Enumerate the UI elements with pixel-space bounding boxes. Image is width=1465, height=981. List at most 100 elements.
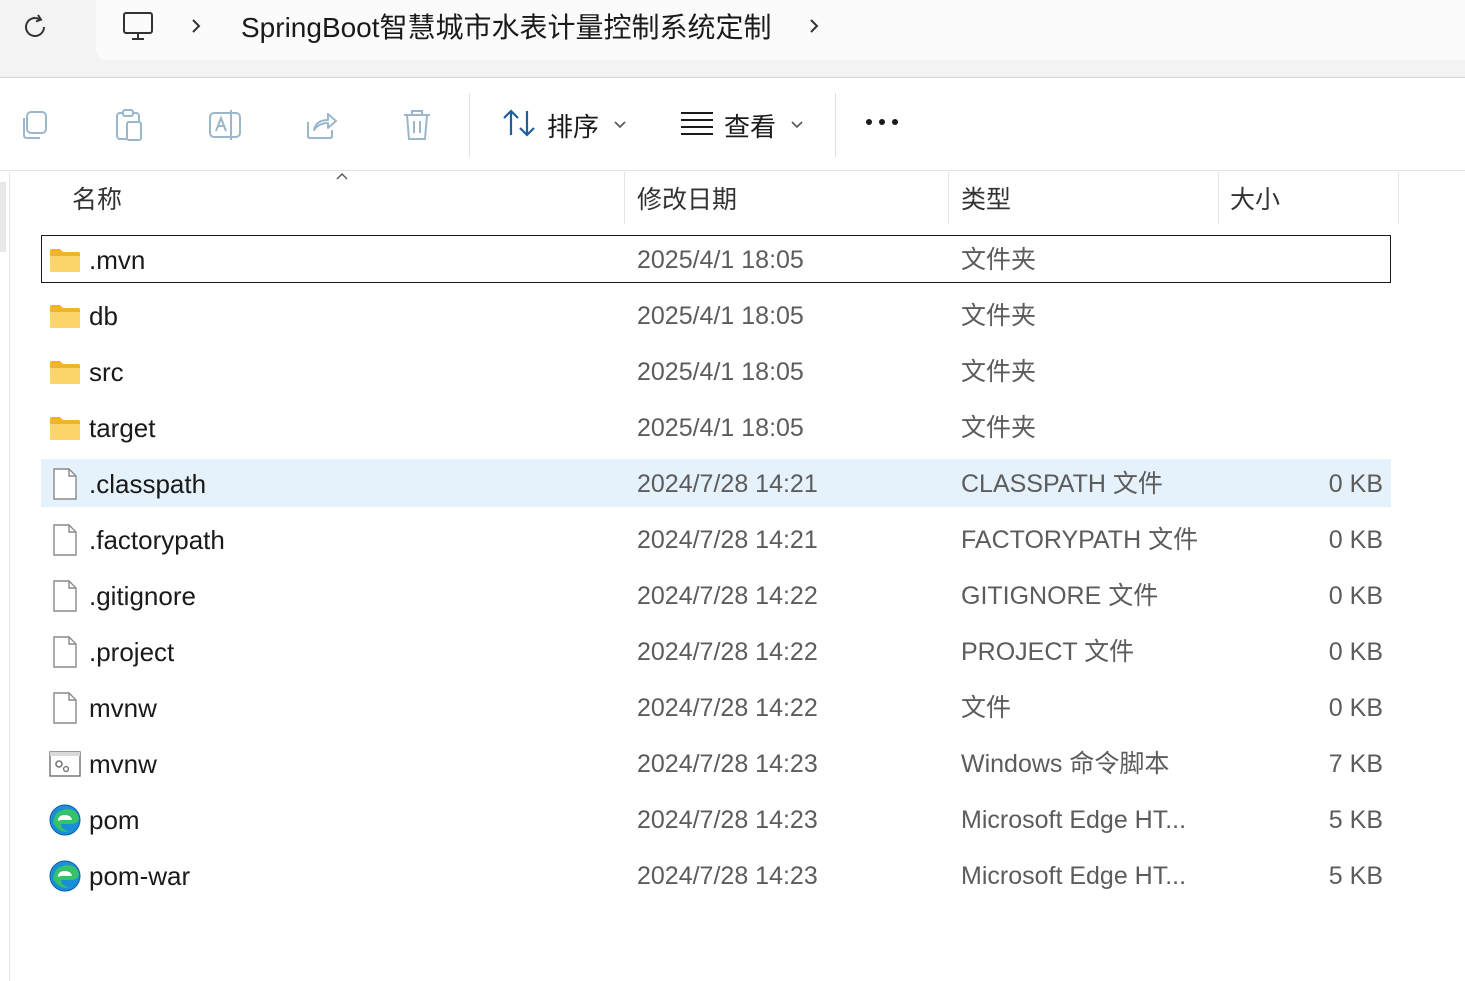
file-modified-date: 2024/7/28 14:23: [637, 806, 818, 834]
file-type: 文件夹: [961, 414, 1037, 442]
toolbar-divider: [835, 93, 836, 157]
file-type: 文件夹: [961, 358, 1037, 386]
file-type: FACTORYPATH 文件: [961, 526, 1199, 554]
file-row[interactable]: mvnw 2024/7/28 14:22 文件 0 KB: [0, 680, 1465, 736]
script-icon: [48, 748, 82, 780]
folder-icon: [48, 356, 82, 388]
file-row[interactable]: .mvn 2025/4/1 18:05 文件夹: [0, 232, 1465, 288]
file-type: Windows 命令脚本: [961, 750, 1170, 778]
file-size: 0 KB: [1328, 694, 1383, 722]
toolbar-divider: [469, 93, 470, 157]
file-modified-date: 2024/7/28 14:21: [637, 526, 818, 554]
file-name: .factorypath: [89, 525, 225, 555]
column-divider[interactable]: [1218, 172, 1219, 224]
column-divider[interactable]: [1398, 172, 1399, 224]
file-type: 文件夹: [961, 246, 1037, 274]
file-size: 0 KB: [1328, 526, 1383, 554]
column-header-size[interactable]: 大小: [1230, 172, 1280, 224]
file-size: 0 KB: [1328, 470, 1383, 498]
file-name: .classpath: [89, 469, 207, 499]
folder-icon: [48, 412, 82, 444]
file-name: .project: [89, 637, 175, 667]
file-row[interactable]: .factorypath 2024/7/28 14:21 FACTORYPATH 文…: [0, 512, 1465, 568]
folder-icon: [48, 300, 82, 332]
file-modified-date: 2025/4/1 18:05: [637, 302, 804, 330]
file-name: .gitignore: [89, 581, 196, 611]
view-button[interactable]: 查看: [680, 105, 804, 145]
file-type: 文件夹: [961, 302, 1037, 330]
file-modified-date: 2024/7/28 14:21: [637, 470, 818, 498]
file-icon: [48, 468, 82, 500]
sort-ascending-icon: [335, 168, 349, 186]
file-row[interactable]: .gitignore 2024/7/28 14:22 GITIGNORE 文件 0 K…: [0, 568, 1465, 624]
command-bar: 排序 查看: [0, 79, 1465, 171]
file-icon: [48, 636, 82, 668]
file-name: src: [89, 357, 124, 387]
view-label: 查看: [724, 111, 777, 142]
chevron-right-icon[interactable]: [806, 14, 822, 38]
chevron-right-icon[interactable]: [188, 14, 204, 38]
edge-icon: [48, 860, 82, 892]
file-modified-date: 2025/4/1 18:05: [637, 414, 804, 442]
more-icon[interactable]: [866, 119, 898, 125]
file-modified-date: 2024/7/28 14:23: [637, 862, 818, 890]
sort-icon: [501, 107, 537, 144]
chevron-down-icon: [613, 117, 627, 133]
file-name: target: [89, 413, 156, 443]
file-icon: [48, 692, 82, 724]
file-row[interactable]: .classpath 2024/7/28 14:21 CLASSPATH 文件 0 K…: [0, 456, 1465, 512]
file-row[interactable]: src 2025/4/1 18:05 文件夹: [0, 344, 1465, 400]
chevron-down-icon: [790, 117, 804, 133]
file-name: mvnw: [89, 693, 157, 723]
column-header-type[interactable]: 类型: [961, 172, 1011, 224]
file-name: db: [89, 301, 118, 331]
delete-icon[interactable]: [399, 107, 435, 143]
column-header-name[interactable]: 名称: [72, 172, 122, 224]
file-size: 5 KB: [1328, 806, 1383, 834]
sort-button[interactable]: 排序: [501, 105, 627, 145]
file-name: .mvn: [89, 245, 146, 275]
file-row[interactable]: pom-war 2024/7/28 14:23 Microsoft Edge HT.…: [0, 848, 1465, 904]
file-type: CLASSPATH 文件: [961, 470, 1163, 498]
rename-icon[interactable]: [207, 107, 243, 143]
file-modified-date: 2025/4/1 18:05: [637, 246, 804, 274]
edge-icon: [48, 804, 82, 836]
file-type: GITIGNORE 文件: [961, 582, 1159, 610]
this-pc-icon[interactable]: [121, 8, 155, 48]
address-bar-area: SpringBoot智慧城市水表计量控制系统定制: [0, 0, 1465, 78]
file-size: 7 KB: [1328, 750, 1383, 778]
sort-label: 排序: [547, 111, 600, 142]
file-name: pom: [89, 805, 140, 835]
column-header-date[interactable]: 修改日期: [637, 172, 737, 224]
file-size: 0 KB: [1328, 582, 1383, 610]
file-modified-date: 2025/4/1 18:05: [637, 358, 804, 386]
file-size: 0 KB: [1328, 638, 1383, 666]
file-modified-date: 2024/7/28 14:22: [637, 582, 818, 610]
file-type: Microsoft Edge HT...: [961, 806, 1187, 834]
column-divider[interactable]: [948, 172, 949, 224]
file-modified-date: 2024/7/28 14:23: [637, 750, 818, 778]
file-name: mvnw: [89, 749, 157, 779]
file-row[interactable]: mvnw 2024/7/28 14:23 Windows 命令脚本 7 KB: [0, 736, 1465, 792]
file-row[interactable]: db 2025/4/1 18:05 文件夹: [0, 288, 1465, 344]
file-row[interactable]: .project 2024/7/28 14:22 PROJECT 文件 0 KB: [0, 624, 1465, 680]
file-modified-date: 2024/7/28 14:22: [637, 638, 818, 666]
column-divider[interactable]: [624, 172, 625, 224]
file-list: .mvn 2025/4/1 18:05 文件夹 db 2025/4/1 18:05 文件夹…: [0, 232, 1465, 904]
breadcrumb-folder[interactable]: SpringBoot智慧城市水表计量控制系统定制: [241, 10, 772, 46]
file-type: 文件: [961, 694, 1012, 722]
file-row[interactable]: pom 2024/7/28 14:23 Microsoft Edge HT... 5 …: [0, 792, 1465, 848]
folder-icon: [48, 244, 82, 276]
share-icon[interactable]: [303, 107, 339, 143]
paste-icon[interactable]: [111, 107, 147, 143]
copy-icon[interactable]: [16, 107, 52, 143]
file-row[interactable]: target 2025/4/1 18:05 文件夹: [0, 400, 1465, 456]
refresh-icon[interactable]: [18, 10, 52, 44]
file-type: Microsoft Edge HT...: [961, 862, 1187, 890]
file-icon: [48, 524, 82, 556]
file-size: 5 KB: [1328, 862, 1383, 890]
view-icon: [680, 110, 714, 141]
file-icon: [48, 580, 82, 612]
file-modified-date: 2024/7/28 14:22: [637, 694, 818, 722]
file-type: PROJECT 文件: [961, 638, 1135, 666]
